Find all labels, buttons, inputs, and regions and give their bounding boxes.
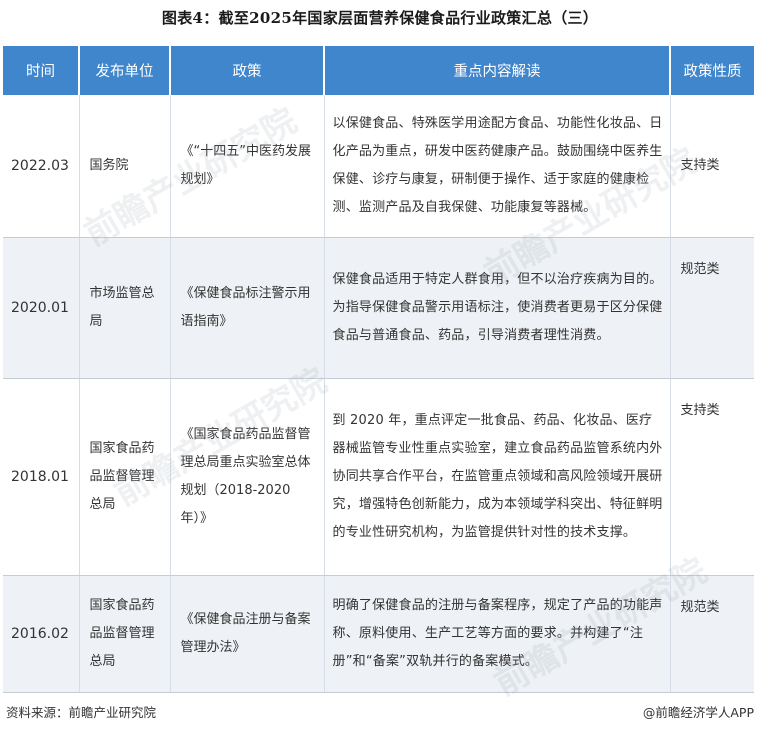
cell-detail: 到 2020 年，重点评定一批食品、药品、化妆品、医疗器械监管专业性重点实验室，… [324,378,671,576]
header-time: 时间 [3,46,80,95]
cell-type: 支持类 [670,95,754,238]
cell-issuer: 国家食品药品监督管理总局 [79,575,171,693]
header-type: 政策性质 [670,46,754,95]
cell-policy: 《国家食品药品监督管理总局重点实验室总体规划（2018-2020年）》 [170,378,325,576]
cell-time: 2020.01 [3,237,80,379]
header-issuer: 发布单位 [79,46,171,95]
cell-detail: 保健食品适用于特定人群食用，但不以治疗疾病为目的。为指导保健食品警示用语标注，使… [324,237,671,379]
cell-detail: 以保健食品、特殊医学用途配方食品、功能性化妆品、日化产品为重点，研发中医药健康产… [324,95,671,238]
table-row: 2016.02 国家食品药品监督管理总局 《保健食品注册与备案管理办法》 明确了… [3,575,754,693]
table-row: 2018.01 国家食品药品监督管理总局 《国家食品药品监督管理总局重点实验室总… [3,378,754,576]
policy-table: 时间 发布单位 政策 重点内容解读 政策性质 2022.03 国务院 《“十四五… [3,46,754,693]
source-note: 资料来源：前瞻产业研究院 [6,705,157,720]
table-header-row: 时间 发布单位 政策 重点内容解读 政策性质 [3,46,754,95]
table-row: 2022.03 国务院 《“十四五”中医药发展规划》 以保健食品、特殊医学用途配… [3,95,754,238]
cell-detail: 明确了保健食品的注册与备案程序，规定了产品的功能声称、原料使用、生产工艺等方面的… [324,575,671,693]
cell-issuer: 国务院 [79,95,171,238]
header-policy: 政策 [170,46,325,95]
cell-type: 规范类 [670,237,754,379]
cell-policy: 《保健食品注册与备案管理办法》 [170,575,325,693]
cell-time: 2018.01 [3,378,80,576]
cell-time: 2016.02 [3,575,80,693]
table-row: 2020.01 市场监管总局 《保健食品标注警示用语指南》 保健食品适用于特定人… [3,237,754,379]
cell-issuer: 市场监管总局 [79,237,171,379]
header-detail: 重点内容解读 [324,46,671,95]
cell-type: 规范类 [670,575,754,693]
cell-issuer: 国家食品药品监督管理总局 [79,378,171,576]
chart-title: 图表4：截至2025年国家层面营养保健食品行业政策汇总（三） [161,9,599,27]
cell-type: 支持类 [670,378,754,576]
credit-note: @前瞻经济学人APP [642,705,754,720]
cell-policy: 《“十四五”中医药发展规划》 [170,95,325,238]
cell-time: 2022.03 [3,95,80,238]
cell-policy: 《保健食品标注警示用语指南》 [170,237,325,379]
